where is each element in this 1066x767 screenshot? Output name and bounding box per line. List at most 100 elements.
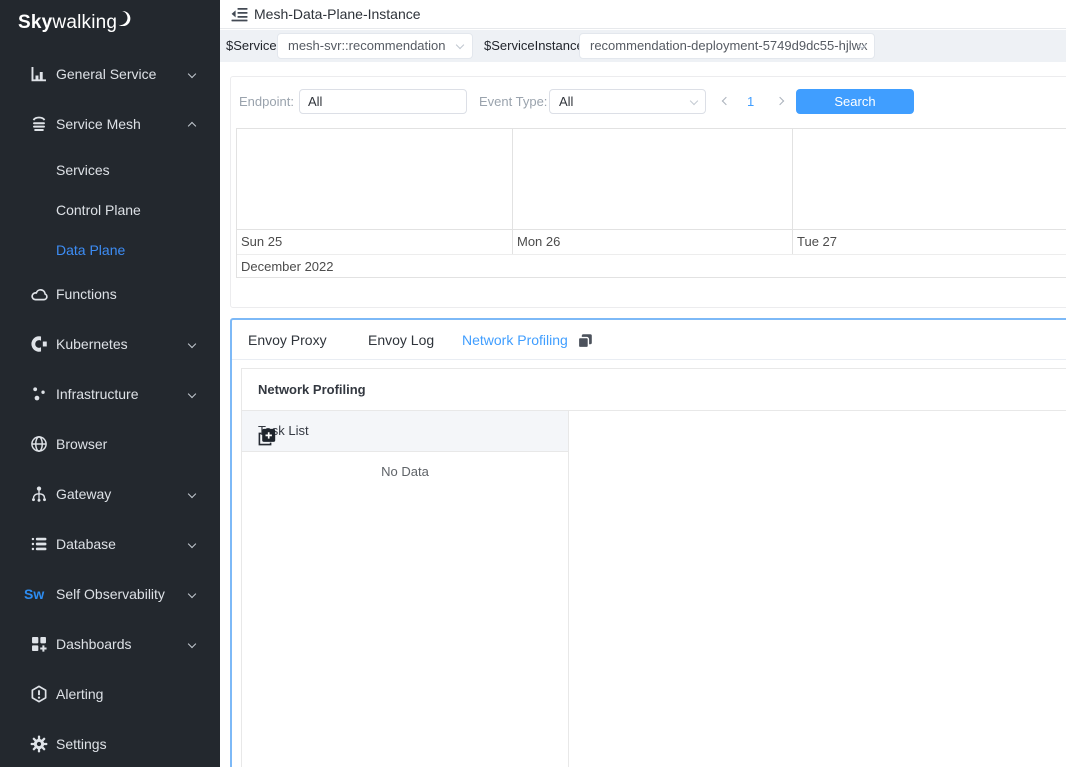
sidebar-item-label: Dashboards bbox=[56, 631, 132, 657]
sidebar-item-general-service[interactable]: General Service bbox=[0, 61, 220, 87]
chevron-down-icon bbox=[188, 490, 196, 498]
globe-icon bbox=[30, 435, 48, 453]
service-instance-select[interactable]: recommendation-deployment-5749d9dc55-hjl… bbox=[579, 33, 875, 59]
sidebar-item-infrastructure[interactable]: Infrastructure bbox=[0, 381, 220, 407]
hexagon-alert-icon bbox=[30, 685, 48, 703]
timeline-day-label: Mon 26 bbox=[517, 230, 560, 254]
chevron-right-icon bbox=[776, 97, 784, 105]
endpoint-input[interactable] bbox=[299, 89, 467, 114]
sidebar-item-control-plane[interactable]: Control Plane bbox=[0, 197, 220, 223]
sidebar-item-kubernetes[interactable]: Kubernetes bbox=[0, 331, 220, 357]
skywalking-logo: Skywalking bbox=[18, 12, 131, 34]
logo-text: walking bbox=[52, 12, 117, 33]
cloud-icon bbox=[30, 285, 48, 303]
chevron-up-icon bbox=[188, 122, 196, 130]
chevron-down-icon bbox=[456, 41, 464, 49]
gear-icon bbox=[30, 735, 48, 753]
chevron-down-icon bbox=[188, 70, 196, 78]
dots-icon bbox=[30, 385, 48, 403]
sidebar-item-label: Database bbox=[56, 531, 116, 557]
chevron-down-icon bbox=[188, 340, 196, 348]
selector-bar: $Service mesh-svr::recommendation $Servi… bbox=[220, 30, 1066, 62]
sidebar-item-label: Kubernetes bbox=[56, 331, 128, 357]
sidebar-item-database[interactable]: Database bbox=[0, 531, 220, 557]
sidebar-item-label: Alerting bbox=[56, 681, 103, 707]
chevron-down-icon bbox=[690, 97, 698, 105]
sidebar-item-functions[interactable]: Functions bbox=[0, 281, 220, 307]
event-list-widget: Endpoint: Event Type: All 1 Search Sun 2… bbox=[230, 76, 1066, 308]
search-button[interactable]: Search bbox=[796, 89, 914, 114]
task-list-header: Task List bbox=[242, 411, 568, 452]
chevron-left-icon bbox=[722, 97, 730, 105]
sidebar-item-browser[interactable]: Browser bbox=[0, 431, 220, 457]
page-title: Mesh-Data-Plane-Instance bbox=[254, 0, 421, 28]
network-profiling-widget: Network Profiling Task List No Data bbox=[241, 368, 1066, 767]
chevron-down-icon bbox=[188, 390, 196, 398]
service-select-value: mesh-svr::recommendation bbox=[288, 38, 446, 53]
next-page-button[interactable] bbox=[772, 89, 788, 114]
sidebar-item-self-observability[interactable]: Sw Self Observability bbox=[0, 581, 220, 607]
service-instance-select-value: recommendation-deployment-5749d9dc55-hjl… bbox=[590, 38, 868, 53]
sidebar-item-label: Settings bbox=[56, 731, 107, 757]
task-list-panel: Task List No Data bbox=[242, 411, 569, 767]
event-type-select[interactable]: All bbox=[549, 89, 706, 114]
widget-title-bar: Network Profiling bbox=[242, 369, 1066, 411]
main-content: Mesh-Data-Plane-Instance $Service mesh-s… bbox=[220, 0, 1066, 767]
page-number[interactable]: 1 bbox=[747, 89, 754, 114]
sidebar-item-label: Service Mesh bbox=[56, 111, 141, 137]
event-timeline: Sun 25 Mon 26 Tue 27 December 2022 bbox=[236, 128, 1066, 278]
sidebar-item-label: Control Plane bbox=[56, 197, 141, 223]
timeline-month-label: December 2022 bbox=[241, 255, 334, 279]
timeline-day-label: Sun 25 bbox=[241, 230, 282, 254]
tab-envoy-proxy[interactable]: Envoy Proxy bbox=[248, 320, 327, 360]
bar-chart-icon bbox=[30, 65, 48, 83]
sidebar-item-services[interactable]: Services bbox=[0, 157, 220, 183]
page-header: Mesh-Data-Plane-Instance bbox=[220, 0, 1066, 29]
prev-page-button[interactable] bbox=[718, 89, 734, 114]
sidebar-item-label: Infrastructure bbox=[56, 381, 138, 407]
sidebar-item-label: Data Plane bbox=[56, 237, 125, 263]
sidebar: Skywalking General Service Service Mesh … bbox=[0, 0, 220, 767]
add-task-icon[interactable] bbox=[258, 422, 555, 462]
timeline-day-labels: Sun 25 Mon 26 Tue 27 bbox=[237, 229, 1066, 254]
sidebar-item-label: Functions bbox=[56, 281, 117, 307]
chevron-down-icon bbox=[188, 590, 196, 598]
chevron-down-icon bbox=[188, 540, 196, 548]
sidebar-item-service-mesh[interactable]: Service Mesh bbox=[0, 111, 220, 137]
sidebar-item-data-plane[interactable]: Data Plane bbox=[0, 237, 220, 263]
empty-state-text: No Data bbox=[242, 464, 568, 479]
mesh-stack-icon bbox=[30, 115, 48, 133]
tabs-bar: Envoy Proxy Envoy Log Network Profiling bbox=[232, 320, 1066, 360]
grid-plus-icon bbox=[30, 635, 48, 653]
skywalking-app: Skywalking General Service Service Mesh … bbox=[0, 0, 1066, 767]
timeline-month-row: December 2022 bbox=[237, 254, 1066, 279]
widget-title: Network Profiling bbox=[258, 369, 366, 410]
service-label: $Service bbox=[226, 30, 277, 62]
chevron-down-icon bbox=[188, 640, 196, 648]
tab-envoy-log[interactable]: Envoy Log bbox=[368, 320, 434, 360]
menu-fold-icon[interactable] bbox=[231, 7, 248, 27]
sidebar-item-label: Services bbox=[56, 157, 110, 183]
skywalking-sw-icon: Sw bbox=[24, 581, 44, 607]
service-instance-label: $ServiceInstance bbox=[484, 30, 584, 62]
sidebar-item-alerting[interactable]: Alerting bbox=[0, 681, 220, 707]
crescent-moon-icon bbox=[118, 10, 131, 32]
sidebar-item-settings[interactable]: Settings bbox=[0, 731, 220, 757]
tab-network-profiling[interactable]: Network Profiling bbox=[462, 320, 568, 360]
helm-icon bbox=[30, 335, 48, 353]
event-type-label: Event Type: bbox=[479, 89, 547, 114]
sidebar-item-gateway[interactable]: Gateway bbox=[0, 481, 220, 507]
sidebar-item-label: General Service bbox=[56, 61, 156, 87]
endpoint-label: Endpoint: bbox=[239, 89, 294, 114]
copy-icon[interactable] bbox=[577, 333, 593, 354]
sidebar-item-label: Browser bbox=[56, 431, 107, 457]
service-select[interactable]: mesh-svr::recommendation bbox=[277, 33, 473, 59]
logo-text-bold: Sky bbox=[18, 12, 52, 33]
sidebar-item-label: Self Observability bbox=[56, 581, 165, 607]
event-type-select-value: All bbox=[559, 94, 573, 109]
timeline-day-label: Tue 27 bbox=[797, 230, 837, 254]
data-plane-tabs-widget: Envoy Proxy Envoy Log Network Profiling … bbox=[230, 318, 1066, 767]
sidebar-item-dashboards[interactable]: Dashboards bbox=[0, 631, 220, 657]
network-icon bbox=[30, 485, 48, 503]
sidebar-item-label: Gateway bbox=[56, 481, 111, 507]
